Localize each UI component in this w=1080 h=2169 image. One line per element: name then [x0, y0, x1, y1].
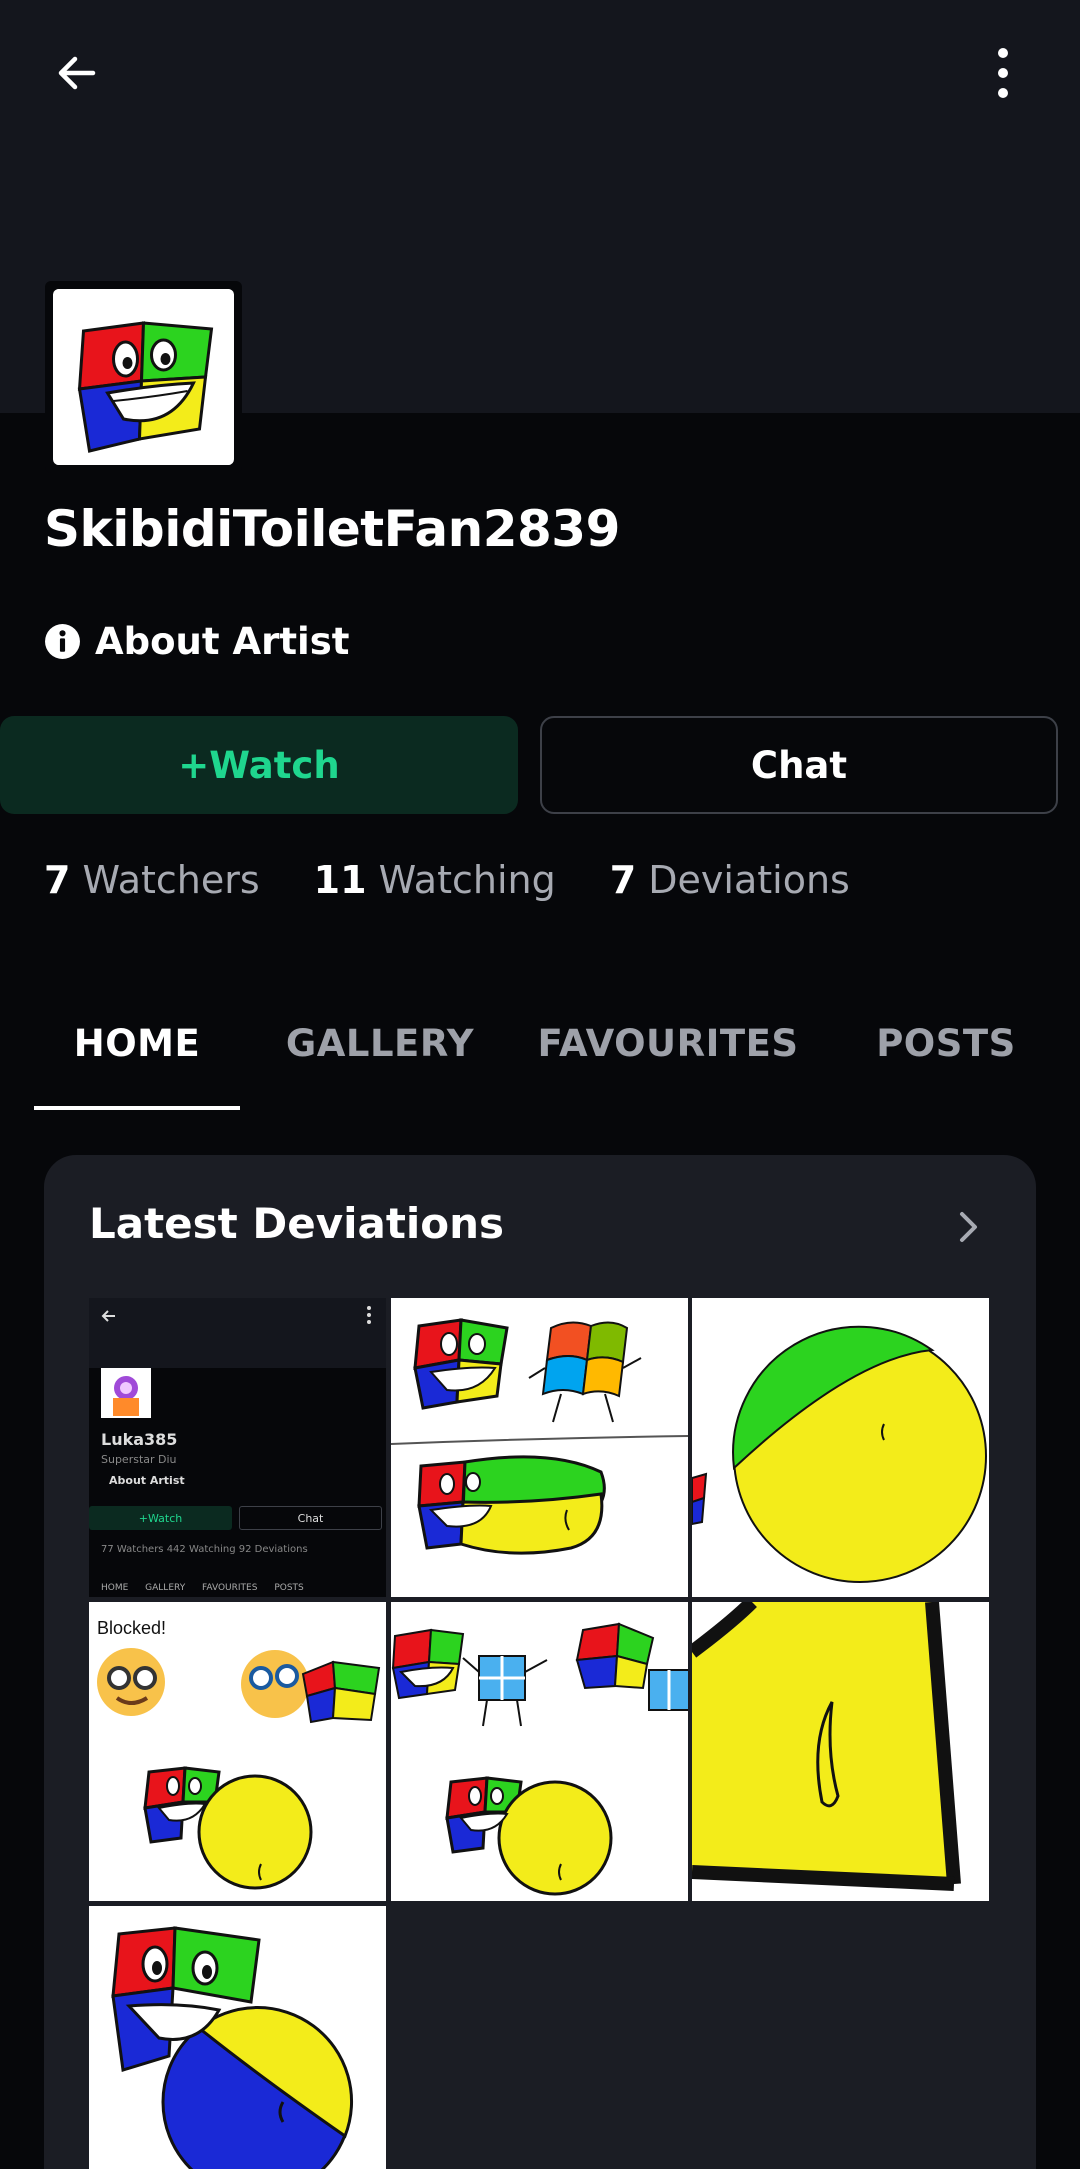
latest-deviations-more-button[interactable]	[949, 1207, 989, 1247]
info-icon	[45, 624, 80, 659]
profile-stats: 7 Watchers 11 Watching 7 Deviations	[44, 858, 850, 902]
mini-avatar-image	[101, 1368, 151, 1418]
mini-username: Luka385	[101, 1430, 178, 1449]
avatar-image	[53, 289, 234, 465]
username: SkibidiToiletFan2839	[44, 500, 620, 558]
latest-deviations-title: Latest Deviations	[89, 1199, 505, 1248]
latest-deviations-card: Latest Deviations Luka385 Superstar Diu …	[44, 1155, 1036, 2169]
deviation-thumbnail[interactable]	[692, 1602, 989, 1901]
mini-banner	[89, 1298, 386, 1368]
deviation-image	[89, 1602, 386, 1901]
deviation-thumbnail[interactable]	[89, 1906, 386, 2169]
mini-watch-button: +Watch	[89, 1506, 232, 1530]
active-tab-indicator	[34, 1106, 240, 1110]
mini-tabs: HOME GALLERY FAVOURITES POSTS	[101, 1583, 304, 1593]
deviation-thumbnail[interactable]	[391, 1298, 688, 1597]
tab-posts[interactable]: POSTS	[846, 1010, 1046, 1110]
chevron-right-icon	[960, 1212, 977, 1242]
back-button[interactable]	[44, 40, 110, 106]
stat-watchers[interactable]: 7 Watchers	[44, 858, 260, 902]
deviation-image	[89, 1906, 386, 2169]
about-artist-link[interactable]: About Artist	[44, 620, 349, 663]
more-vertical-icon	[367, 1306, 371, 1324]
tab-favourites[interactable]: FAVOURITES	[518, 1010, 818, 1110]
profile-tabs: HOME GALLERY FAVOURITES POSTS	[34, 1010, 1080, 1110]
avatar[interactable]	[45, 281, 242, 473]
more-vertical-icon	[998, 48, 1008, 98]
tab-home[interactable]: HOME	[34, 1010, 240, 1110]
mini-about: About Artist	[109, 1474, 185, 1487]
mini-chat-button: Chat	[239, 1506, 382, 1530]
deviation-thumbnail[interactable]	[692, 1298, 989, 1597]
watch-button[interactable]: +Watch	[0, 716, 518, 814]
mini-subtitle: Superstar Diu	[101, 1453, 177, 1466]
deviation-image	[391, 1298, 688, 1597]
deviation-image	[692, 1602, 989, 1901]
stat-deviations[interactable]: 7 Deviations	[610, 858, 850, 902]
arrow-left-icon	[101, 1310, 115, 1322]
mini-stats: 77 Watchers 442 Watching 92 Deviations	[101, 1544, 308, 1555]
about-artist-label: About Artist	[95, 620, 350, 663]
deviation-thumbnail[interactable]: Blocked!	[89, 1602, 386, 1901]
chat-button[interactable]: Chat	[540, 716, 1058, 814]
stat-watching[interactable]: 11 Watching	[314, 858, 556, 902]
arrow-left-icon	[58, 56, 96, 90]
deviation-image	[391, 1602, 688, 1901]
more-options-button[interactable]	[970, 40, 1036, 106]
deviation-image	[692, 1298, 989, 1597]
blocked-caption: Blocked!	[97, 1618, 167, 1638]
deviation-thumbnail[interactable]	[391, 1602, 688, 1901]
deviation-thumbnail[interactable]: Luka385 Superstar Diu About Artist +Watc…	[89, 1298, 386, 1597]
tab-gallery[interactable]: GALLERY	[270, 1010, 490, 1110]
